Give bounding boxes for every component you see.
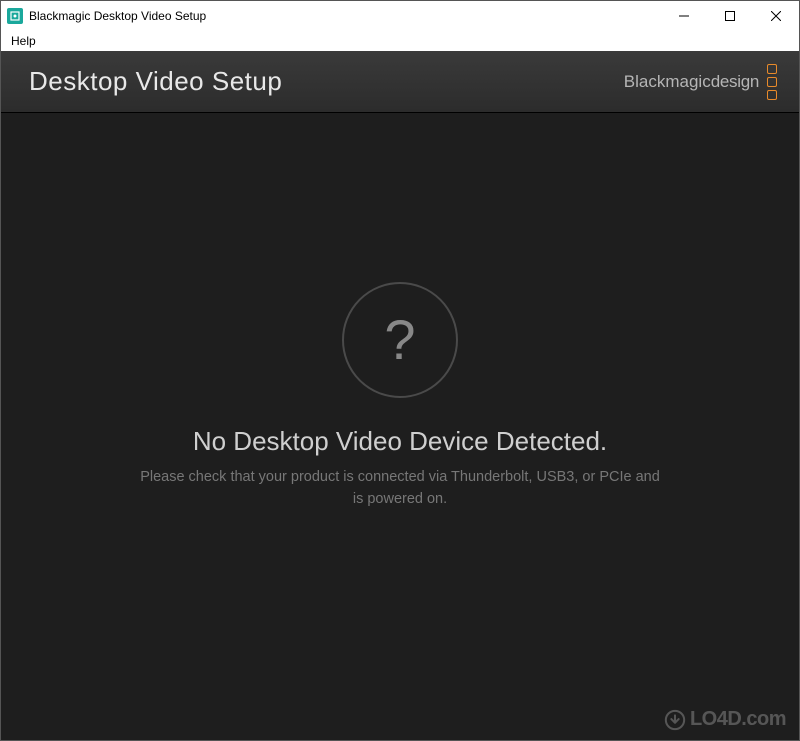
- brand-squares-icon: [767, 64, 777, 100]
- download-icon: [664, 709, 686, 731]
- main-area: ? No Desktop Video Device Detected. Plea…: [1, 113, 799, 740]
- window-title: Blackmagic Desktop Video Setup: [29, 9, 206, 23]
- page-title: Desktop Video Setup: [29, 66, 282, 97]
- no-device-body: Please check that your product is connec…: [140, 467, 660, 511]
- app-window: Blackmagic Desktop Video Setup Help Desk…: [0, 0, 800, 741]
- app-header: Desktop Video Setup Blackmagicdesign: [1, 51, 799, 113]
- close-button[interactable]: [753, 1, 799, 31]
- watermark: LO4D.com: [664, 708, 786, 731]
- minimize-button[interactable]: [661, 1, 707, 31]
- window-controls: [661, 1, 799, 31]
- brand-logo: Blackmagicdesign: [624, 64, 777, 100]
- watermark-text: LO4D.com: [690, 708, 786, 731]
- brand-text: Blackmagicdesign: [624, 72, 759, 92]
- no-device-heading: No Desktop Video Device Detected.: [193, 426, 607, 457]
- maximize-button[interactable]: [707, 1, 753, 31]
- titlebar: Blackmagic Desktop Video Setup: [1, 1, 799, 31]
- app-content: Desktop Video Setup Blackmagicdesign ? N…: [1, 51, 799, 740]
- menu-help[interactable]: Help: [7, 34, 40, 48]
- app-icon: [7, 8, 23, 24]
- menubar: Help: [1, 31, 799, 51]
- question-mark-icon: ?: [342, 282, 458, 398]
